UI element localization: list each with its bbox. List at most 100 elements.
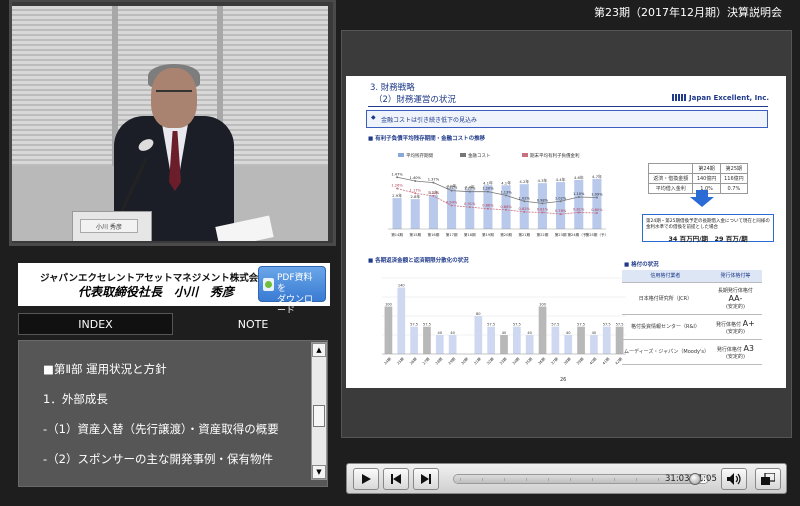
bar-mark bbox=[551, 326, 560, 354]
data-label: 57.5 bbox=[487, 323, 495, 327]
presenter-video[interactable]: 小川 秀彦 bbox=[12, 6, 328, 241]
index-item[interactable]: 1．外部成長 bbox=[43, 391, 108, 407]
scroll-up-icon[interactable]: ▲ bbox=[312, 343, 326, 357]
scroll-thumb[interactable] bbox=[313, 405, 325, 427]
next-button[interactable] bbox=[413, 468, 439, 490]
data-label: 2.9年 bbox=[392, 193, 402, 198]
tick-label: 34期 bbox=[511, 356, 521, 366]
tick-label: 24期 bbox=[383, 356, 393, 366]
data-label: 0.86% bbox=[500, 205, 512, 209]
layout-toggle-button[interactable] bbox=[755, 468, 781, 490]
line-point bbox=[577, 196, 580, 198]
play-icon bbox=[362, 474, 371, 484]
bar-mark bbox=[448, 335, 457, 354]
data-label: 1.40% bbox=[410, 176, 422, 180]
data-label: 4.7年 bbox=[592, 174, 602, 179]
tick-label: 32期 bbox=[485, 356, 495, 366]
data-label: 4.2年 bbox=[519, 179, 529, 184]
line-point bbox=[559, 200, 562, 203]
tick-label: 第20期 bbox=[500, 232, 512, 237]
tick-label: 第14期 bbox=[391, 232, 403, 237]
legend-label: 期末平均有利子負債金利 bbox=[530, 152, 580, 159]
line-point bbox=[396, 176, 399, 179]
data-label: 0.82% bbox=[519, 207, 531, 211]
tick-label: 40期 bbox=[588, 356, 598, 366]
data-label: 1.02% bbox=[519, 196, 531, 200]
data-label: 4.6年 bbox=[574, 175, 584, 180]
play-button[interactable] bbox=[353, 468, 379, 490]
data-label: 1.20% bbox=[464, 187, 476, 191]
cost-note: 第24期・第25期借換予定の長期借入金について現在と同様の金利水準での借換を前提… bbox=[642, 214, 774, 243]
bar-mark bbox=[602, 326, 611, 354]
line-point bbox=[523, 210, 526, 213]
data-label: 4.4年 bbox=[556, 177, 566, 182]
data-label: 1.13% bbox=[500, 190, 512, 194]
bar-mark bbox=[538, 306, 547, 354]
presenter-role-name: 代表取締役社長 小川 秀彦 bbox=[78, 285, 235, 299]
tick-label: 28期 bbox=[434, 356, 444, 366]
tick-label: 36期 bbox=[537, 356, 547, 366]
line-point bbox=[523, 200, 526, 203]
line-point bbox=[450, 204, 453, 207]
data-label: 100 bbox=[385, 303, 393, 307]
legend-label: 金融コスト bbox=[468, 152, 491, 159]
section-heading: 格付の状況 bbox=[624, 260, 659, 268]
line-point bbox=[432, 181, 435, 184]
data-label: 1.37% bbox=[428, 178, 440, 182]
rating-table: 信用格付業者 発行体格付等 日本格付研究所（JCR） 長期発行体格付 AA- (安定的… bbox=[622, 270, 762, 365]
tab-note[interactable]: NOTE bbox=[176, 313, 330, 335]
line-point bbox=[541, 202, 544, 205]
slide-page-number: 26 bbox=[560, 377, 567, 383]
line-point bbox=[414, 192, 417, 195]
slide-title: 3. 財務戦略 bbox=[370, 83, 415, 93]
presenter-info: ジャパンエクセレントアセットマネジメント株式会社 代表取締役社長 小川 秀彦 P… bbox=[18, 263, 330, 316]
tick-label: 35期 bbox=[524, 356, 534, 366]
line-point bbox=[414, 180, 417, 182]
data-label: 40 bbox=[527, 331, 532, 335]
data-label: 57.5 bbox=[603, 323, 611, 327]
skip-forward-icon bbox=[421, 474, 431, 484]
pdf-download-button[interactable]: PDF資料を ダウンロード bbox=[258, 266, 326, 316]
section-heading: 有利子負債平均残存期間・金融コストの推移 bbox=[368, 134, 485, 142]
index-item[interactable]: -（2）スポンサーの主な開発事例・保有物件 bbox=[43, 451, 273, 467]
app-window: 第23期（2017年12月期）決算説明会 小川 秀彦 ジャパンエクセレントアセッ… bbox=[0, 0, 800, 506]
data-label: 0.78% bbox=[555, 209, 567, 213]
bar-mark bbox=[423, 326, 431, 354]
data-label: 4.1年 bbox=[483, 180, 493, 185]
data-label: 80 bbox=[476, 312, 481, 316]
bar-mark bbox=[577, 326, 585, 354]
tick-label: 29期 bbox=[447, 356, 457, 366]
data-label: 0.98% bbox=[537, 198, 549, 202]
volume-button[interactable] bbox=[721, 468, 747, 490]
page-title: 第23期（2017年12月期）決算説明会 bbox=[594, 6, 782, 19]
tab-index[interactable]: INDEX bbox=[18, 313, 173, 335]
data-label: 0.80% bbox=[591, 208, 603, 212]
data-label: 57.5 bbox=[551, 323, 559, 327]
data-label: 1.22% bbox=[446, 186, 458, 190]
company-logo: Japan Excellent, Inc. bbox=[672, 94, 769, 102]
seek-handle[interactable] bbox=[689, 473, 701, 485]
data-label: 1.10% bbox=[573, 192, 585, 196]
index-item[interactable]: -（1）資産入替（先行譲渡）・資産取得の概要 bbox=[43, 421, 279, 437]
tick-label: 38期 bbox=[562, 356, 572, 366]
data-label: 57.5 bbox=[410, 323, 418, 327]
line-point bbox=[486, 190, 489, 193]
data-label: 0.81% bbox=[573, 207, 585, 211]
data-label: 0.88% bbox=[482, 204, 494, 208]
line-point bbox=[541, 211, 544, 214]
tick-label: 39期 bbox=[575, 356, 585, 366]
bar-mark bbox=[592, 178, 602, 229]
company-name: ジャパンエクセレントアセットマネジメント株式会社 bbox=[40, 273, 268, 284]
index-item[interactable]: ■第Ⅱ部 運用状況と方針 bbox=[43, 361, 167, 377]
data-label: 40 bbox=[438, 331, 443, 335]
data-label: 1.12% bbox=[428, 191, 440, 195]
previous-button[interactable] bbox=[383, 468, 409, 490]
bar-mark bbox=[392, 198, 402, 229]
tick-label: 第25期（予） bbox=[586, 232, 609, 237]
index-scrollbar[interactable]: ▲ ▼ bbox=[311, 342, 327, 480]
scroll-down-icon[interactable]: ▼ bbox=[312, 465, 326, 479]
tick-label: 第17期 bbox=[446, 232, 458, 237]
data-label: 57.5 bbox=[423, 323, 431, 327]
legend-swatch bbox=[398, 153, 404, 157]
data-label: 0.91% bbox=[464, 202, 476, 206]
